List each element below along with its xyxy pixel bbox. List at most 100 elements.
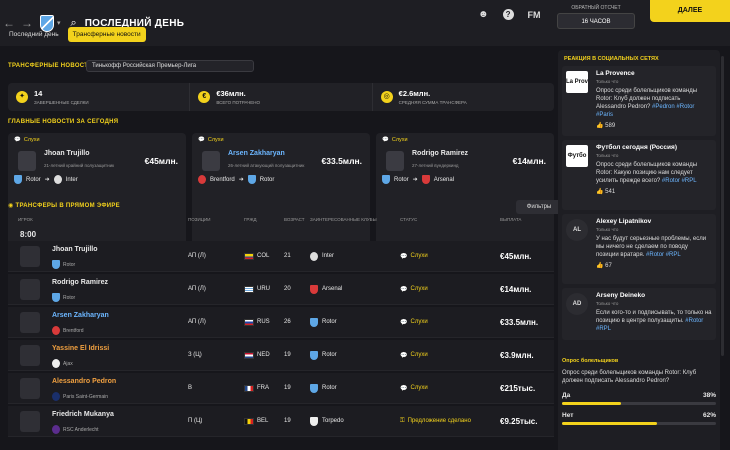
- table-header: ИГРОК ПОЗИЦИИ ГРЖД ВОЗРАСТ ЗАИНТЕРЕСОВАН…: [8, 217, 554, 227]
- post-likes: 589: [605, 123, 616, 129]
- table-row[interactable]: Yassine El Idrissi Ajax З (Ц) NED 19 Rot…: [8, 340, 554, 371]
- tab-last-day[interactable]: Последний день: [4, 27, 64, 42]
- stat-label: СРЕДНЯЯ СУММА ТРАНСФЕРА: [398, 100, 467, 105]
- chat-icon: 💬: [400, 253, 408, 260]
- table-row[interactable]: Friedrich Mukanya RSC Anderlecht П (Ц) B…: [8, 406, 554, 437]
- row-nationality: NED: [257, 352, 270, 358]
- post-avatar: AD: [566, 293, 588, 315]
- table-row[interactable]: Rodrigo Ramirez Rotor АП (Л) URU 20 Arse…: [8, 274, 554, 305]
- next-button[interactable]: ДАЛЕЕ: [650, 0, 730, 22]
- transfer-news-title: ТРАНСФЕРНЫЕ НОВОСТИ: [8, 63, 93, 69]
- row-club[interactable]: Rotor: [63, 262, 75, 268]
- table-row[interactable]: Jhoan Trujillo Rotor АП (Л) COL 21 Inter…: [8, 241, 554, 272]
- to-club[interactable]: Rotor: [260, 177, 275, 183]
- player-photo: [20, 345, 40, 366]
- club-badge-icon: [310, 350, 318, 360]
- poll-option-pct: 62%: [702, 412, 716, 419]
- social-post[interactable]: Футбо Футбол сегодня (Россия) Только что…: [562, 140, 716, 210]
- row-player-name[interactable]: Alessandro Pedron: [52, 378, 116, 385]
- news-tag: Слухи: [207, 137, 224, 143]
- row-player-name[interactable]: Friedrich Mukanya: [52, 411, 114, 418]
- tab-transfer-news[interactable]: Трансферные новости: [67, 27, 146, 42]
- help-icon[interactable]: ?: [502, 9, 514, 20]
- row-interested-club[interactable]: Rotor: [322, 385, 337, 391]
- row-position: П (Ц): [188, 418, 203, 424]
- thumbs-up-icon[interactable]: 👍: [596, 123, 603, 129]
- club-badge-icon: [53, 175, 62, 184]
- row-position: В: [188, 385, 193, 391]
- countdown-value[interactable]: 16 ЧАСОВ: [557, 13, 635, 29]
- news-player-desc: 26-летний атакующий полузащитник: [228, 163, 305, 168]
- row-club[interactable]: Rotor: [63, 295, 75, 301]
- row-interested-club[interactable]: Inter: [322, 253, 334, 259]
- from-club[interactable]: Rotor: [26, 177, 41, 183]
- row-player-name[interactable]: Yassine El Idrissi: [52, 345, 109, 352]
- social-post[interactable]: La Prov La Provence Только что Опрос сре…: [562, 66, 716, 136]
- col-interested[interactable]: ЗАИНТЕРЕСОВАННЫЕ КЛУБЫ: [310, 217, 400, 227]
- thumbs-up-icon[interactable]: 👍: [596, 263, 603, 269]
- row-age: 20: [284, 286, 291, 292]
- col-player[interactable]: ИГРОК: [8, 217, 188, 227]
- news-player-desc: 21-летний крайний полузащитник: [44, 163, 115, 168]
- row-interested-club[interactable]: Torpedo: [322, 418, 344, 424]
- row-player-name[interactable]: Jhoan Trujillo: [52, 246, 98, 253]
- to-club[interactable]: Arsenal: [434, 177, 454, 183]
- player-photo: [202, 151, 220, 171]
- row-fee: €33.5млн.: [500, 317, 539, 327]
- live-transfers-title: ◉ ТРАНСФЕРЫ В ПРЯМОМ ЭФИРЕ: [8, 202, 120, 209]
- row-interested-club[interactable]: Rotor: [322, 352, 337, 358]
- row-club[interactable]: Brentford: [63, 328, 84, 334]
- news-card[interactable]: 💬 Слухи Rodrigo Ramirez 27-летний вундерк…: [376, 133, 554, 251]
- row-interested-club[interactable]: Rotor: [322, 319, 337, 325]
- post-tags[interactable]: #Rotor #RPL: [662, 178, 697, 184]
- chevron-down-icon[interactable]: ▾: [57, 19, 61, 27]
- row-club[interactable]: Ajax: [63, 361, 73, 367]
- post-author: Футбол сегодня (Россия): [596, 144, 677, 151]
- thumbs-up-icon[interactable]: 👍: [596, 189, 603, 195]
- news-player-name[interactable]: Jhoan Trujillo: [44, 150, 90, 157]
- row-interested-club[interactable]: Arsenal: [322, 286, 342, 292]
- news-player-name[interactable]: Arsen Zakharyan: [228, 150, 285, 157]
- row-position: З (Ц): [188, 352, 202, 358]
- news-fee: €45млн.: [144, 156, 178, 166]
- row-status: Предложение сделано: [407, 418, 471, 424]
- fm-menu-button[interactable]: FM: [528, 10, 541, 20]
- player-photo: [18, 151, 36, 171]
- post-tags[interactable]: #Rotor #RPL: [646, 252, 681, 258]
- stat-spent: € €36млн. ВСЕГО ПОТРАЧЕНО: [190, 83, 373, 111]
- club-badge-icon: [52, 260, 60, 269]
- row-club[interactable]: RSC Anderlecht: [63, 427, 99, 433]
- player-photo: [20, 312, 40, 333]
- row-player-name[interactable]: Arsen Zakharyan: [52, 312, 109, 319]
- manager-icon[interactable]: ☻: [478, 9, 489, 20]
- row-player-name[interactable]: Rodrigo Ramirez: [52, 279, 108, 286]
- social-post[interactable]: AD Arseny Deineko Только что Если кого-т…: [562, 288, 716, 340]
- col-age[interactable]: ВОЗРАСТ: [284, 217, 310, 227]
- social-post[interactable]: AL Alexey Lipatnikov Только что У нас бу…: [562, 214, 716, 284]
- league-select[interactable]: Тинькофф Российская Премьер-Лига: [86, 60, 254, 72]
- filters-button[interactable]: Фильтры: [516, 200, 562, 214]
- row-age: 21: [284, 253, 291, 259]
- from-club[interactable]: Rotor: [394, 177, 409, 183]
- to-club[interactable]: Inter: [66, 177, 78, 183]
- news-card[interactable]: 💬 Слухи Arsen Zakharyan 26-летний атакующ…: [192, 133, 370, 251]
- social-scrollbar[interactable]: [721, 56, 724, 356]
- poll-bar-fill: [562, 402, 621, 405]
- table-row[interactable]: Alessandro Pedron Paris Saint-Germain В …: [8, 373, 554, 404]
- table-row[interactable]: Arsen Zakharyan Brentford АП (Л) RUS 26 …: [8, 307, 554, 338]
- tabs: Последний день Трансферные новости: [4, 27, 146, 42]
- row-club[interactable]: Paris Saint-Germain: [63, 394, 108, 400]
- poll-title: Опрос болельщиков: [562, 358, 619, 364]
- row-position: АП (Л): [188, 319, 206, 325]
- col-fee[interactable]: ВЫПЛАТА: [500, 217, 554, 227]
- flag-icon: [244, 318, 254, 326]
- from-club[interactable]: Brentford: [210, 177, 235, 183]
- col-position[interactable]: ПОЗИЦИИ: [188, 217, 244, 227]
- row-status: Слухи: [410, 253, 428, 259]
- col-nationality[interactable]: ГРЖД: [244, 217, 284, 227]
- news-player-name[interactable]: Rodrigo Ramirez: [412, 150, 468, 157]
- col-status[interactable]: СТАТУС: [400, 217, 500, 227]
- club-badge-icon: [421, 175, 430, 184]
- poll-option-label: Да: [562, 392, 571, 399]
- chat-icon: 💬: [400, 319, 408, 326]
